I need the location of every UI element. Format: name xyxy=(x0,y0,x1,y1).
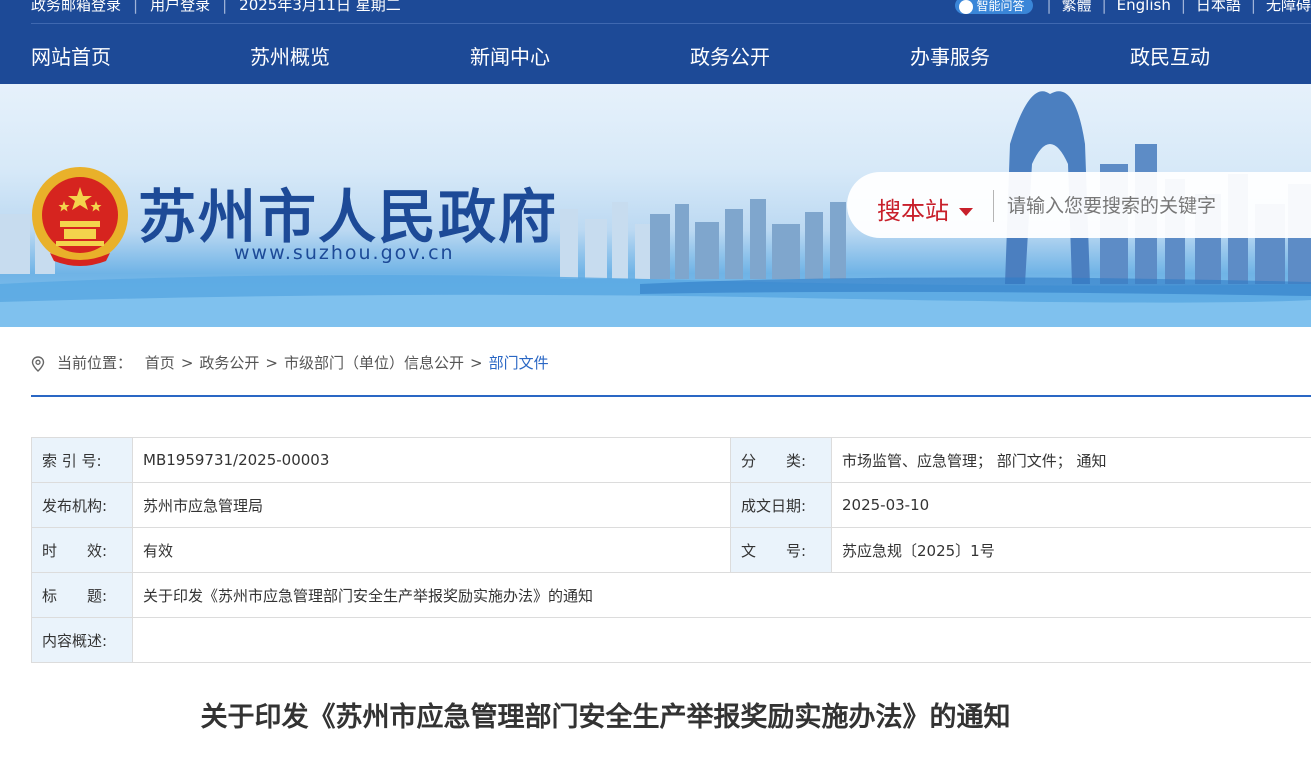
separator: | xyxy=(1101,0,1107,14)
search-input[interactable] xyxy=(1005,186,1311,226)
gov-mail-login-link[interactable]: 政务邮箱登录 xyxy=(31,0,121,14)
current-date: 2025年3月11日 星期二 xyxy=(239,0,401,14)
docno-label: 文 号: xyxy=(730,527,832,573)
separator: | xyxy=(133,0,139,14)
national-emblem-icon xyxy=(32,167,128,266)
breadcrumb-sep: > xyxy=(265,354,278,372)
summary-value xyxy=(132,617,1311,663)
validity-label: 时 效: xyxy=(31,527,133,573)
traditional-chinese-link[interactable]: 繁體 xyxy=(1062,0,1092,14)
top-right-links: 智能问答 | 繁體 | English | 日本語 | 无障碍 xyxy=(954,0,1311,15)
validity-value: 有效 xyxy=(132,527,731,573)
search-scope-dropdown[interactable]: 搜本站 xyxy=(877,191,973,226)
index-label: 索 引 号: xyxy=(31,437,133,483)
separator: | xyxy=(1046,0,1052,14)
main-nav: 网站首页 苏州概览 新闻中心 政务公开 办事服务 政民互动 xyxy=(0,24,1311,84)
table-row: 时 效: 有效 文 号: 苏应急规〔2025〕1号 xyxy=(31,527,1311,573)
ai-qa-label: 智能问答 xyxy=(976,0,1025,13)
user-login-link[interactable]: 用户登录 xyxy=(150,0,210,14)
breadcrumb-home[interactable]: 首页 xyxy=(145,354,175,372)
header-banner: 苏州市人民政府 www.suzhou.gov.cn 搜本站 xyxy=(0,84,1311,327)
title-value: 关于印发《苏州市应急管理部门安全生产举报奖励实施办法》的通知 xyxy=(132,572,1311,618)
english-link[interactable]: English xyxy=(1117,0,1171,14)
breadcrumb-label: 当前位置： xyxy=(57,354,133,372)
docno-value: 苏应急规〔2025〕1号 xyxy=(831,527,1311,573)
document-meta-table: 索 引 号: MB1959731/2025-00003 分 类: 市场监管、应急… xyxy=(31,437,1311,663)
top-utility-bar: 政务邮箱登录 | 用户登录 | 2025年3月11日 星期二 智能问答 | 繁體 | Engli… xyxy=(0,0,1311,24)
location-pin-icon xyxy=(31,355,45,372)
date-value: 2025-03-10 xyxy=(831,482,1311,528)
table-row: 索 引 号: MB1959731/2025-00003 分 类: 市场监管、应急… xyxy=(31,437,1311,483)
category-label: 分 类: xyxy=(730,437,832,483)
nav-gov-affairs[interactable]: 政务公开 xyxy=(690,41,770,70)
ai-qa-button[interactable]: 智能问答 xyxy=(954,0,1033,14)
nav-news-center[interactable]: 新闻中心 xyxy=(470,41,550,70)
table-row: 发布机构: 苏州市应急管理局 成文日期: 2025-03-10 xyxy=(31,482,1311,528)
nav-interaction[interactable]: 政民互动 xyxy=(1130,41,1210,70)
table-row: 内容概述: xyxy=(31,617,1311,663)
breadcrumb: 当前位置： 首页 > 政务公开 > 市级部门（单位）信息公开 > 部门文件 xyxy=(31,352,549,373)
separator: | xyxy=(1180,0,1186,14)
summary-label: 内容概述: xyxy=(31,617,133,663)
caret-down-icon xyxy=(959,208,973,216)
top-left-links: 政务邮箱登录 | 用户登录 | 2025年3月11日 星期二 xyxy=(31,0,401,15)
japanese-link[interactable]: 日本語 xyxy=(1196,0,1241,14)
robot-icon xyxy=(958,0,973,14)
accessibility-link[interactable]: 无障碍 xyxy=(1266,0,1311,14)
breadcrumb-sep: > xyxy=(470,354,483,372)
breadcrumb-sep: > xyxy=(180,354,194,372)
table-row: 标 题: 关于印发《苏州市应急管理部门安全生产举报奖励实施办法》的通知 xyxy=(31,572,1311,618)
title-label: 标 题: xyxy=(31,572,133,618)
breadcrumb-gov-affairs[interactable]: 政务公开 xyxy=(199,354,259,372)
search-scope-label: 搜本站 xyxy=(877,197,949,225)
site-url: www.suzhou.gov.cn xyxy=(234,242,455,264)
index-value: MB1959731/2025-00003 xyxy=(132,437,731,483)
nav-suzhou-overview[interactable]: 苏州概览 xyxy=(250,41,330,70)
date-label: 成文日期: xyxy=(730,482,832,528)
search-divider xyxy=(993,190,994,222)
search-box: 搜本站 xyxy=(847,172,1311,238)
breadcrumb-divider xyxy=(31,395,1311,397)
nav-home[interactable]: 网站首页 xyxy=(31,41,111,70)
category-value: 市场监管、应急管理； 部门文件； 通知 xyxy=(831,437,1311,483)
separator: | xyxy=(1250,0,1256,14)
separator: | xyxy=(222,0,228,14)
publisher-label: 发布机构: xyxy=(31,482,133,528)
breadcrumb-dept-info[interactable]: 市级部门（单位）信息公开 xyxy=(284,354,464,372)
breadcrumb-dept-files[interactable]: 部门文件 xyxy=(489,354,549,372)
article-title: 关于印发《苏州市应急管理部门安全生产举报奖励实施办法》的通知 xyxy=(200,702,1011,733)
publisher-value: 苏州市应急管理局 xyxy=(132,482,731,528)
nav-services[interactable]: 办事服务 xyxy=(910,41,990,70)
